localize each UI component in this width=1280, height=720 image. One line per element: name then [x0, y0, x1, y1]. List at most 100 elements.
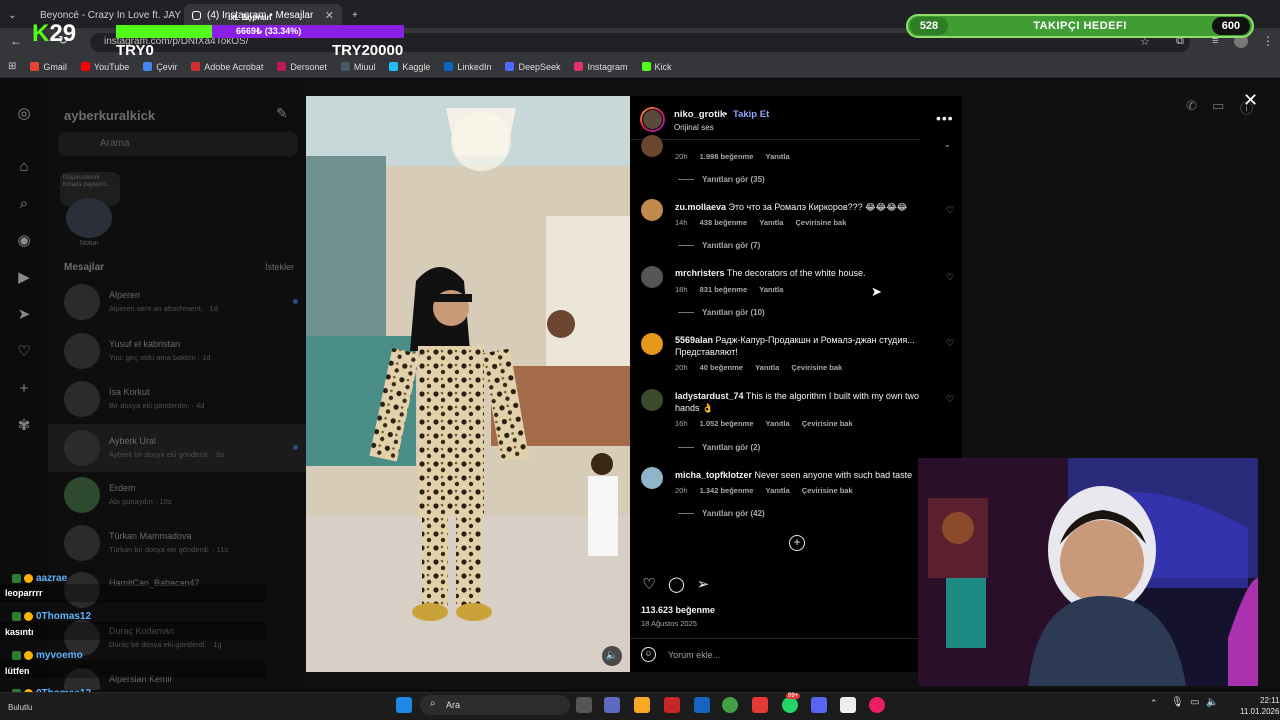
heart-icon[interactable]: ♡ — [944, 205, 956, 216]
emoji-icon[interactable]: ☺ — [641, 647, 656, 662]
commenter-avatar[interactable] — [641, 199, 663, 221]
heart-icon[interactable]: ♡ — [641, 577, 657, 593]
app-icon[interactable] — [840, 697, 856, 713]
bookmark-linkedin[interactable]: LinkedIn — [444, 62, 491, 72]
bookmark-kaggle[interactable]: Kaggle — [389, 62, 430, 72]
comment-likes[interactable]: 1.342 beğenme — [700, 486, 754, 495]
comment-likes[interactable]: 831 beğenme — [700, 285, 748, 294]
close-icon[interactable]: ✕ — [325, 9, 334, 22]
bookmark-dersonet[interactable]: Dersonet — [277, 62, 327, 72]
conversation-item-selected[interactable]: Ayberk Ural Ayberk bir dosya eki gönderdi… — [48, 424, 306, 472]
conversation-item[interactable]: Erdem Abi günaydın · 10s — [48, 471, 306, 519]
comment-input[interactable] — [668, 648, 898, 662]
reply-button[interactable]: Yanıtla — [759, 285, 783, 294]
post-video[interactable] — [306, 96, 630, 672]
chevron-up-icon[interactable]: ⌃ — [1150, 698, 1158, 709]
start-icon[interactable] — [396, 697, 412, 713]
instagram-icon[interactable]: ◎ — [14, 104, 34, 124]
youtube-icon[interactable] — [752, 697, 768, 713]
bookmark-translate[interactable]: Çevir — [143, 62, 177, 72]
author-avatar[interactable] — [640, 107, 665, 132]
commenter-avatar[interactable] — [641, 266, 663, 288]
view-replies-button[interactable]: Yanıtları gör (10) — [678, 308, 765, 317]
comment-username[interactable]: ladystardust_74 — [675, 391, 744, 401]
translate-button[interactable]: Çevirisine bak — [791, 363, 842, 372]
chevron-down-icon[interactable]: ⌄ — [944, 140, 951, 149]
heart-icon[interactable]: ♡ — [944, 394, 956, 405]
comment-username[interactable]: 5569alan — [675, 335, 713, 345]
meta-ai-icon[interactable]: ✾ — [14, 416, 34, 436]
microphone-icon[interactable]: 🎙 — [1171, 697, 1184, 708]
comment-likes[interactable]: 1.052 beğenme — [700, 419, 754, 428]
taskbar-search[interactable]: Ara — [420, 695, 570, 715]
view-replies-button[interactable]: Yanıtları gör (2) — [678, 443, 760, 452]
discord-icon[interactable] — [811, 697, 827, 713]
comment-likes[interactable]: 1.998 beğenme — [700, 152, 754, 161]
translate-button[interactable]: Çevirisine bak — [802, 486, 853, 495]
explore-icon[interactable]: ◉ — [14, 231, 34, 251]
more-options-icon[interactable]: ••• — [936, 110, 954, 126]
bookmark-instagram[interactable]: Instagram — [574, 62, 628, 72]
reply-button[interactable]: Yanıtla — [755, 363, 779, 372]
messages-icon[interactable]: ➤ — [14, 305, 34, 325]
conversation-item[interactable]: Türkan Mammadova Türkan bir dosya eki gön… — [48, 519, 306, 567]
comment-icon[interactable]: ◯ — [668, 577, 685, 593]
task-view-icon[interactable] — [576, 697, 592, 713]
bookmark-miuul[interactable]: Miuul — [340, 62, 375, 72]
requests-link[interactable]: İstekler — [265, 262, 294, 272]
reply-button[interactable]: Yanıtla — [765, 152, 789, 161]
bookmark-deepseek[interactable]: DeepSeek — [505, 62, 560, 72]
bookmark-adobe[interactable]: Adobe Acrobat — [191, 62, 263, 72]
copilot-icon[interactable] — [604, 697, 620, 713]
create-icon[interactable]: + — [14, 379, 34, 399]
author-username[interactable]: niko_grotik — [674, 109, 725, 120]
conversation-item[interactable]: Yusuf el kabristan You: geç oldu ama bakt… — [48, 327, 306, 375]
chrome-icon[interactable] — [722, 697, 738, 713]
heart-icon[interactable]: ♡ — [944, 272, 956, 283]
reply-button[interactable]: Yanıtla — [765, 486, 789, 495]
bookmark-gmail[interactable]: Gmail — [30, 62, 67, 72]
compose-icon[interactable]: ✎ — [276, 105, 292, 121]
comment-likes[interactable]: 40 beğenme — [700, 363, 743, 372]
load-more-comments-icon[interactable]: + — [789, 535, 805, 551]
dm-search-input[interactable]: Arama — [58, 132, 298, 156]
search-icon[interactable]: ⌕ — [14, 194, 34, 214]
comment-username[interactable]: micha_topfklotzer — [675, 470, 752, 480]
follow-button[interactable]: Takip Et — [733, 109, 769, 120]
reply-button[interactable]: Yanıtla — [765, 419, 789, 428]
bookmark-youtube[interactable]: YouTube — [80, 62, 129, 72]
conversation-item[interactable]: Alperen Alperen sent an attachment. · 1d — [48, 278, 306, 326]
commenter-avatar[interactable] — [641, 135, 663, 157]
close-icon[interactable]: ✕ — [1243, 90, 1258, 111]
notifications-icon[interactable]: ♡ — [14, 342, 34, 362]
phone-icon[interactable]: ✆ — [1186, 98, 1197, 114]
news-icon[interactable] — [664, 697, 680, 713]
view-replies-button[interactable]: Yanıtları gör (42) — [678, 509, 765, 518]
comment-username[interactable]: zu.mollaeva — [675, 202, 726, 212]
reply-button[interactable]: Yanıtla — [759, 218, 783, 227]
view-replies-button[interactable]: Yanıtları gör (7) — [678, 241, 760, 250]
likes-count[interactable]: 113.623 beğenme — [641, 605, 715, 615]
file-explorer-icon[interactable] — [634, 697, 650, 713]
reels-icon[interactable]: ▶ — [14, 268, 34, 288]
share-icon[interactable]: ➢ — [695, 577, 711, 593]
bookmark-kick[interactable]: Kick — [641, 62, 672, 72]
apps-grid-icon[interactable]: ⊞ — [8, 61, 16, 72]
new-tab-button[interactable]: + — [344, 4, 364, 26]
speaker-icon[interactable]: 🔈 — [1206, 697, 1218, 708]
translate-button[interactable]: Çevirisine bak — [802, 419, 853, 428]
heart-icon[interactable]: ♡ — [944, 338, 956, 349]
back-arrow-icon[interactable]: ← — [10, 34, 22, 48]
video-call-icon[interactable]: ▭ — [1212, 98, 1224, 114]
menu-icon[interactable]: ⋮ — [1262, 34, 1274, 48]
commenter-avatar[interactable] — [641, 333, 663, 355]
obs-icon[interactable] — [869, 697, 885, 713]
clock[interactable]: 22:11 11.01.2026 — [1240, 695, 1279, 717]
comment-likes[interactable]: 438 beğenme — [700, 218, 748, 227]
tab-search-button[interactable]: ⌄ — [0, 4, 20, 26]
translate-button[interactable]: Çevirisine bak — [796, 218, 847, 227]
whatsapp-icon[interactable] — [782, 697, 798, 713]
volume-icon[interactable]: 🔈 — [602, 646, 622, 666]
home-icon[interactable]: ⌂ — [14, 157, 34, 177]
comment-username[interactable]: mrchristers — [675, 268, 725, 278]
